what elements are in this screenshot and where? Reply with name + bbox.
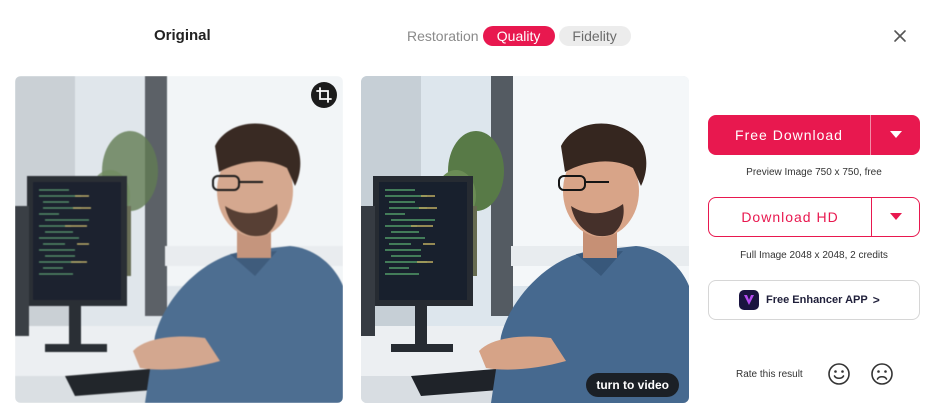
frown-button[interactable] — [870, 362, 894, 386]
chevron-right-icon: > — [872, 293, 880, 307]
original-title: Original — [154, 27, 211, 44]
download-hd-label: Download HD — [741, 209, 839, 225]
download-hd-dropdown[interactable] — [872, 213, 919, 221]
tab-fidelity[interactable]: Fidelity — [558, 26, 631, 46]
original-image — [15, 76, 343, 403]
app-label: Free Enhancer APP — [766, 294, 868, 306]
close-icon — [894, 30, 906, 42]
photo-scene — [361, 76, 689, 403]
rate-label: Rate this result — [736, 369, 803, 380]
download-hd-button[interactable]: Download HD — [708, 197, 920, 237]
crop-icon — [316, 87, 332, 103]
turn-to-video-button[interactable]: turn to video — [586, 373, 679, 397]
mode-switch: Restoration Quality Fidelity — [407, 26, 631, 46]
close-button[interactable] — [890, 26, 910, 46]
photo-scene — [15, 76, 343, 403]
mode-label: Restoration — [407, 28, 479, 44]
free-enhancer-app-button[interactable]: Free Enhancer APP > — [708, 280, 920, 320]
caret-down-icon — [889, 213, 902, 220]
app-logo-icon — [739, 290, 759, 310]
download-hd-caption: Full Image 2048 x 2048, 2 credits — [740, 250, 888, 261]
smile-icon — [828, 363, 850, 385]
enhanced-image: turn to video — [361, 76, 689, 403]
frown-icon — [871, 363, 893, 385]
free-download-button[interactable]: Free Download — [708, 115, 920, 155]
smile-button[interactable] — [827, 362, 851, 386]
free-download-dropdown[interactable] — [871, 131, 920, 139]
free-download-caption: Preview Image 750 x 750, free — [746, 167, 882, 178]
free-download-label: Free Download — [735, 127, 843, 143]
caret-down-icon — [889, 131, 902, 138]
crop-button[interactable] — [311, 82, 337, 108]
tab-quality[interactable]: Quality — [482, 26, 555, 46]
